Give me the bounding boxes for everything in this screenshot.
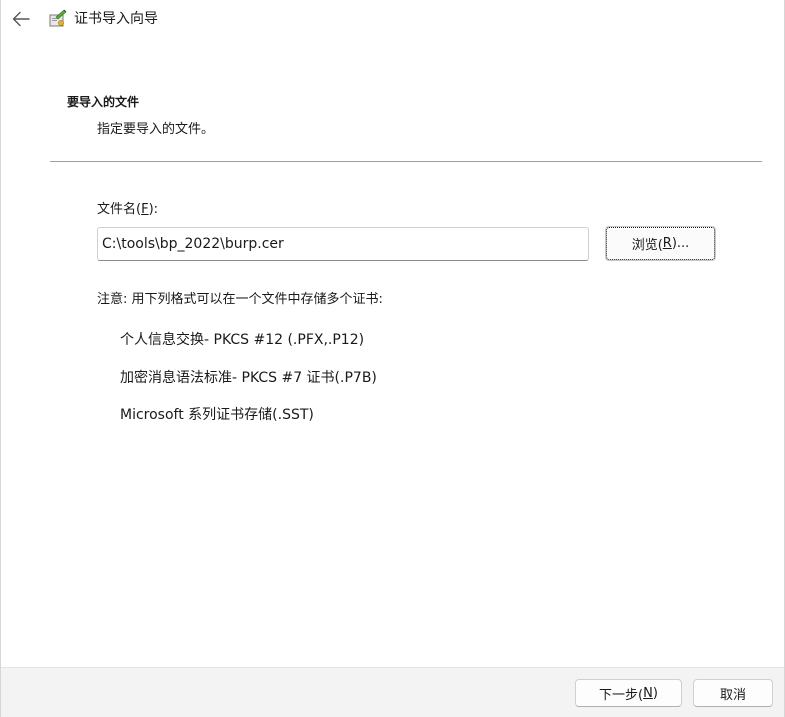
section-subtitle: 指定要导入的文件。 bbox=[97, 122, 215, 137]
section-heading: 要导入的文件 bbox=[67, 95, 140, 109]
filename-label-text: 文件名( bbox=[97, 202, 142, 217]
title-bar: 证书导入向导 bbox=[1, 0, 784, 38]
footer-bar: 下一步(N) 取消 bbox=[1, 667, 784, 717]
filename-label-suffix: ): bbox=[148, 202, 159, 217]
filename-label-accelerator: F bbox=[141, 202, 149, 217]
next-label: 下一步( bbox=[599, 687, 644, 703]
back-button[interactable] bbox=[9, 7, 33, 31]
browse-button[interactable]: 浏览(R)... bbox=[606, 227, 715, 260]
browse-label: 浏览( bbox=[631, 238, 663, 253]
browse-accelerator: R bbox=[662, 236, 672, 251]
format-item-pkcs7: 加密消息语法标准- PKCS #7 证书(.P7B) bbox=[120, 370, 377, 386]
filename-label: 文件名(F): bbox=[97, 202, 158, 218]
next-suffix: ) bbox=[652, 685, 658, 701]
filename-input[interactable] bbox=[97, 227, 589, 261]
browse-suffix: )... bbox=[671, 236, 690, 251]
format-item-pkcs12: 个人信息交换- PKCS #12 (.PFX,.P12) bbox=[120, 332, 365, 348]
header-divider bbox=[50, 161, 762, 162]
next-accelerator: N bbox=[643, 685, 653, 701]
format-item-sst: Microsoft 系列证书存储(.SST) bbox=[120, 407, 314, 423]
window-title: 证书导入向导 bbox=[74, 11, 158, 27]
cancel-button[interactable]: 取消 bbox=[693, 679, 773, 707]
next-button[interactable]: 下一步(N) bbox=[575, 679, 682, 707]
certificate-import-wizard: 证书导入向导 要导入的文件 指定要导入的文件。 文件名(F): 浏览(R)...… bbox=[0, 0, 785, 717]
format-note: 注意: 用下列格式可以在一个文件中存储多个证书: bbox=[97, 292, 383, 307]
back-arrow-icon bbox=[12, 11, 30, 27]
certificate-wizard-icon bbox=[49, 9, 67, 27]
